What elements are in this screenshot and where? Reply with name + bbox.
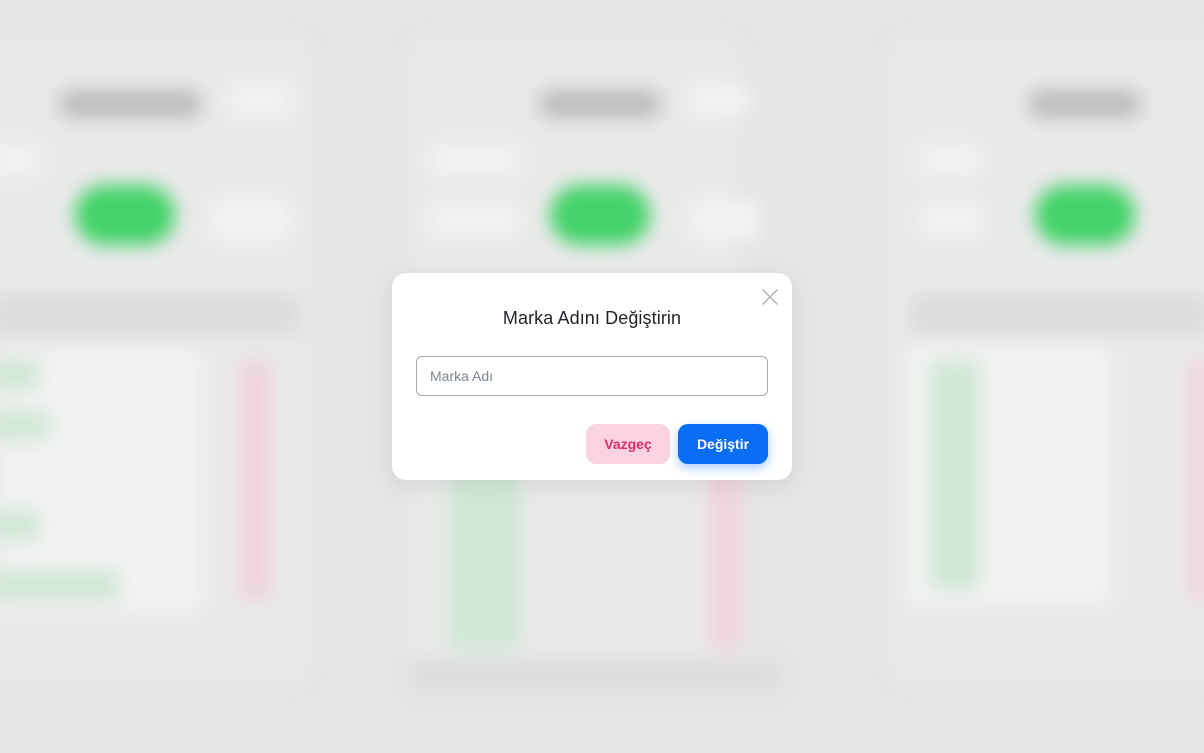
background-panel	[890, 40, 1204, 680]
rename-brand-dialog: Marka Adını Değiştirin Vazgeç Değiştir	[392, 273, 792, 480]
dialog-title: Marka Adını Değiştirin	[502, 308, 682, 328]
cancel-button[interactable]: Vazgeç	[586, 424, 670, 464]
change-button[interactable]: Değiştir	[678, 424, 768, 464]
close-button[interactable]	[760, 287, 780, 307]
brand-name-input[interactable]	[416, 356, 768, 396]
background-panel	[0, 40, 310, 680]
close-icon	[762, 289, 778, 305]
